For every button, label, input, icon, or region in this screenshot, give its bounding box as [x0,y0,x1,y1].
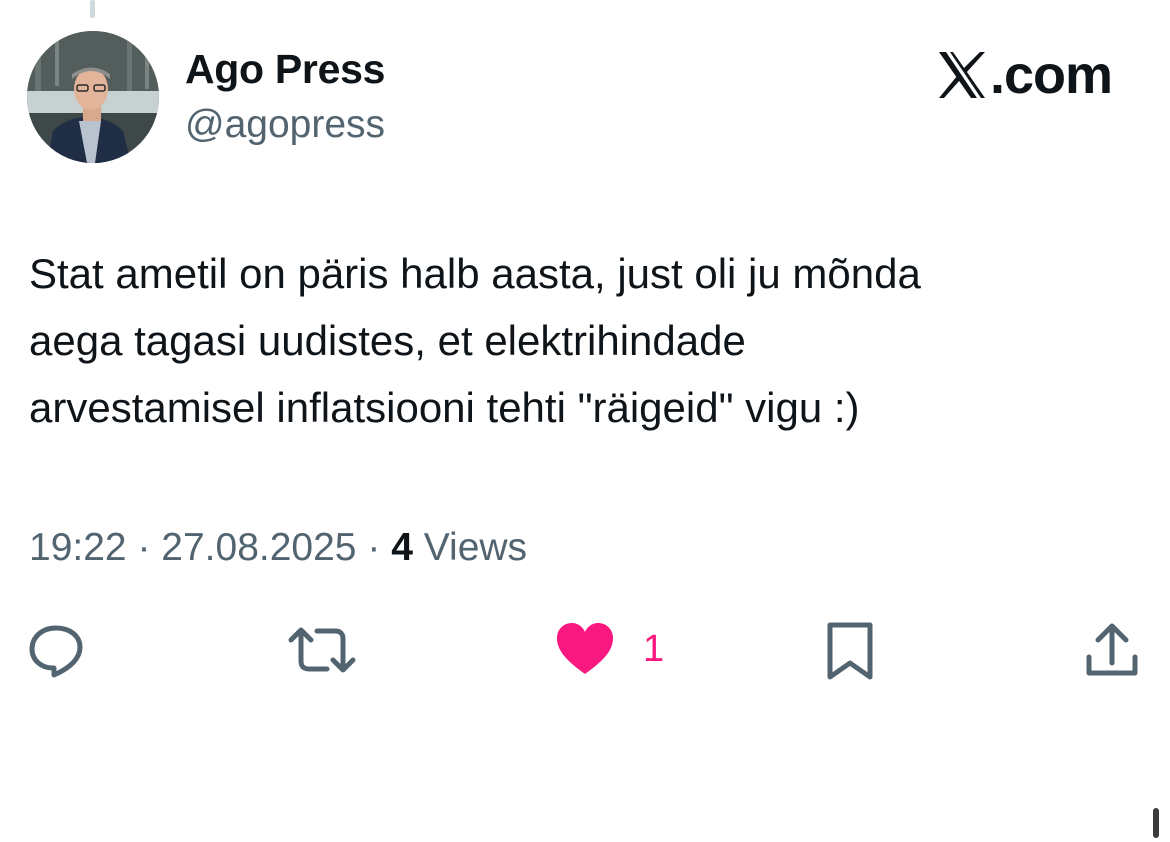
brand-watermark: .com [936,44,1113,106]
tweet-meta: 19:22 · 27.08.2025 · 4 Views [29,526,527,570]
meta-separator: · [137,526,151,569]
x-logo-icon [936,50,988,100]
tweet-text: Stat ametil on päris halb aasta, just ol… [29,240,1139,441]
brand-label: .com [989,45,1113,105]
thread-connector-line [90,0,95,18]
like-button[interactable]: 1 [555,621,664,677]
tweet-date[interactable]: 27.08.2025 [161,526,356,569]
tweet-text-line: arvestamisel inflatsiooni tehti "räigeid… [29,384,860,431]
reply-button[interactable] [27,621,85,679]
retweet-icon [287,621,357,679]
author-display-name[interactable]: Ago Press [185,46,385,93]
share-button[interactable] [1085,621,1139,679]
share-icon [1085,621,1139,679]
meta-separator: · [367,526,381,569]
retweet-button[interactable] [287,621,357,679]
like-count: 1 [643,627,665,670]
tweet-text-line: Stat ametil on päris halb aasta, just ol… [29,250,921,297]
tweet-text-line: aega tagasi uudistes, et elektrihindade [29,317,746,364]
bookmark-icon [826,621,874,681]
tweet-time[interactable]: 19:22 [29,526,127,569]
author-handle[interactable]: @agopress [185,103,385,147]
views-label: Views [423,526,528,569]
bookmark-button[interactable] [826,621,874,681]
avatar[interactable] [27,31,159,163]
speech-bubble-icon [27,621,85,679]
views-count: 4 [391,526,413,569]
heart-icon [555,621,615,677]
scrollbar-thumb[interactable] [1153,808,1159,838]
